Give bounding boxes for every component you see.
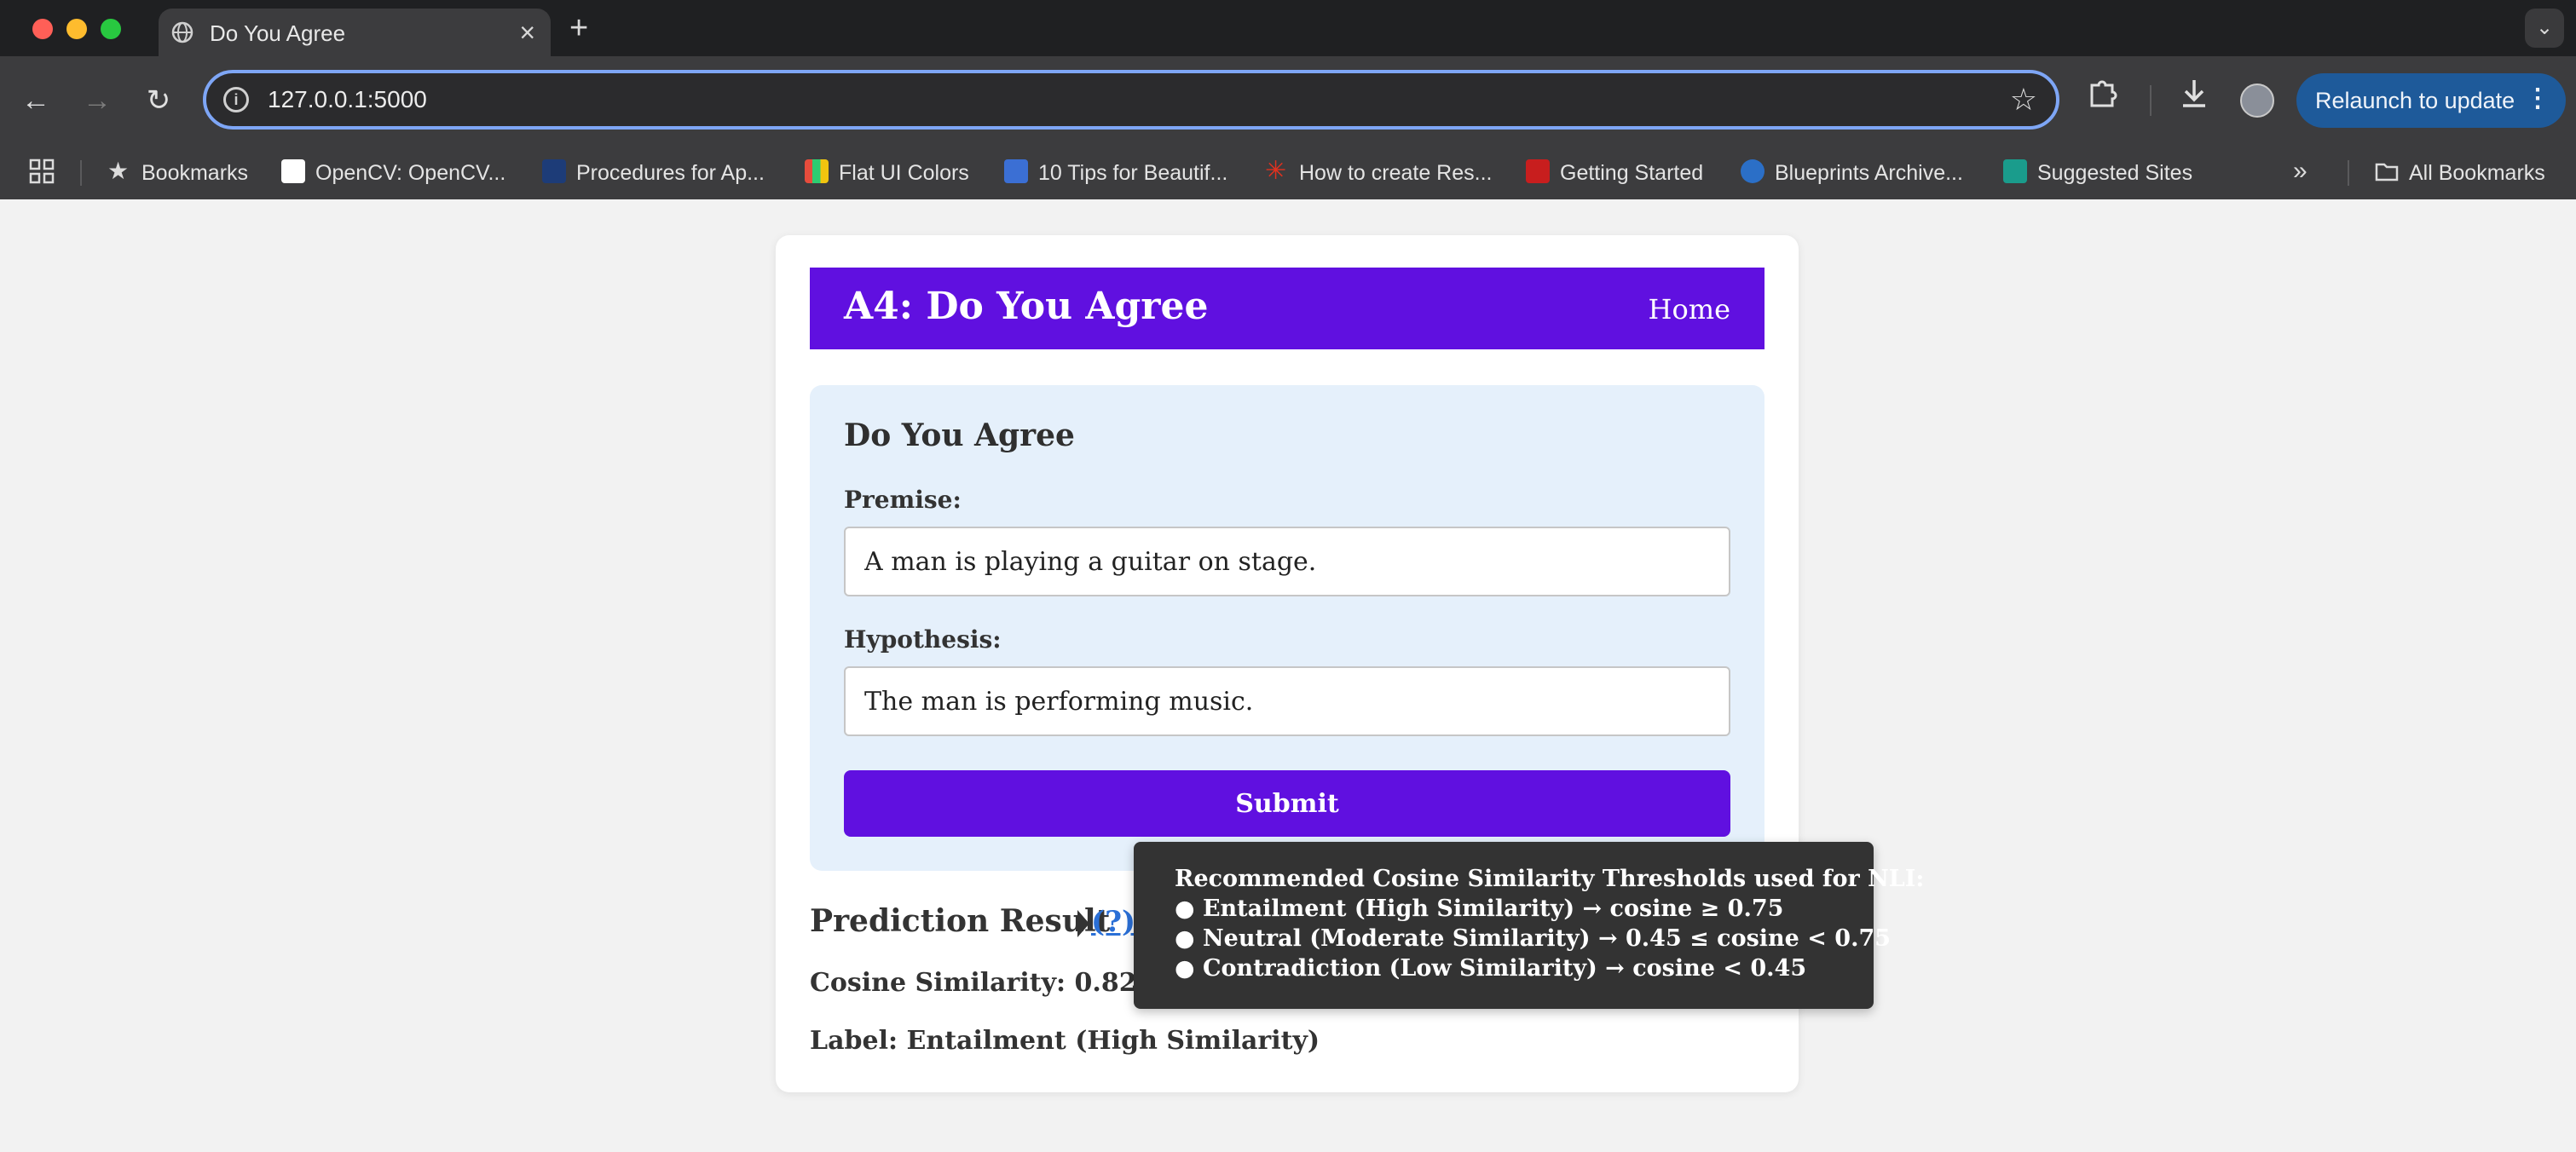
getting-started-icon bbox=[1526, 159, 1550, 183]
tab-do-you-agree[interactable]: Do You Agree × bbox=[159, 9, 551, 56]
bookmarks-bar: ★ Bookmarks OpenCV: OpenCV... Procedures… bbox=[0, 145, 2576, 199]
relaunch-label: Relaunch to update bbox=[2315, 88, 2515, 113]
tooltip-line-contradiction: ● Contradiction (Low Similarity) → cosin… bbox=[1175, 955, 1807, 982]
form-heading: Do You Agree bbox=[844, 418, 1075, 453]
app-title: A4: Do You Agree bbox=[844, 285, 1209, 328]
bookmarks-divider bbox=[80, 160, 82, 186]
bing-icon bbox=[2003, 159, 2027, 183]
premise-input[interactable] bbox=[844, 527, 1730, 596]
back-button[interactable]: ← bbox=[15, 80, 56, 121]
app-header: A4: Do You Agree Home bbox=[810, 268, 1765, 349]
opencv-icon bbox=[281, 159, 305, 183]
browser-toolbar: ← → ↻ i 127.0.0.1:5000 ☆ Relaunch to upd… bbox=[0, 56, 2576, 145]
tooltip-line-neutral: ● Neutral (Moderate Similarity) → 0.45 ≤… bbox=[1175, 925, 1892, 952]
nli-form: Do You Agree Premise: Hypothesis: Submit bbox=[810, 385, 1765, 871]
close-tab-icon[interactable]: × bbox=[519, 17, 535, 49]
adb-icon bbox=[542, 159, 566, 183]
hypothesis-label: Hypothesis: bbox=[844, 625, 1002, 654]
profile-avatar[interactable] bbox=[2240, 84, 2274, 118]
asterisk-icon: ✳ bbox=[1265, 157, 1287, 185]
tips-icon bbox=[1004, 159, 1028, 183]
blueprints-icon bbox=[1741, 159, 1765, 183]
threshold-tooltip: Recommended Cosine Similarity Thresholds… bbox=[1134, 842, 1925, 1009]
flat-ui-icon bbox=[805, 159, 829, 183]
hypothesis-input[interactable] bbox=[844, 666, 1730, 736]
forward-button[interactable]: → bbox=[77, 80, 118, 121]
tooltip-title: Recommended Cosine Similarity Thresholds… bbox=[1175, 866, 1925, 892]
submit-button[interactable]: Submit bbox=[844, 770, 1730, 837]
bookmark-star-icon[interactable]: ☆ bbox=[2010, 82, 2037, 118]
download-icon[interactable] bbox=[2179, 77, 2209, 111]
url-text[interactable]: 127.0.0.1:5000 bbox=[268, 86, 427, 113]
kebab-menu-icon[interactable]: ⋮ bbox=[2525, 84, 2550, 113]
help-link[interactable]: (?) bbox=[1091, 905, 1135, 939]
bookmarks-divider-2 bbox=[2348, 160, 2349, 186]
premise-label: Premise: bbox=[844, 486, 962, 514]
tab-title: Do You Agree bbox=[210, 20, 346, 46]
new-tab-button[interactable]: + bbox=[569, 10, 588, 47]
maximize-window-button[interactable] bbox=[101, 19, 121, 39]
extensions-icon[interactable] bbox=[2087, 77, 2117, 111]
relaunch-button[interactable]: Relaunch to update ⋮ bbox=[2296, 73, 2566, 128]
tooltip-line-entailment: ● Entailment (High Similarity) → cosine … bbox=[1175, 896, 1784, 922]
prediction-result-heading: Prediction Result bbox=[810, 903, 1111, 939]
apps-grid-icon[interactable] bbox=[29, 158, 55, 184]
more-bookmarks-icon[interactable]: » bbox=[2293, 157, 2307, 186]
caret-right-icon bbox=[1077, 910, 1089, 937]
globe-icon bbox=[171, 21, 193, 43]
reload-button[interactable]: ↻ bbox=[138, 80, 179, 121]
cosine-similarity-value: Cosine Similarity: 0.8229 bbox=[810, 968, 1173, 998]
star-icon: ★ bbox=[107, 158, 130, 184]
home-link[interactable]: Home bbox=[1649, 293, 1730, 325]
prediction-label: Label: Entailment (High Similarity) bbox=[810, 1026, 1320, 1056]
address-bar[interactable]: i 127.0.0.1:5000 ☆ bbox=[203, 70, 2059, 130]
site-info-icon[interactable]: i bbox=[223, 87, 249, 112]
folder-icon bbox=[2375, 163, 2399, 181]
close-window-button[interactable] bbox=[32, 19, 53, 39]
tab-search-button[interactable]: ⌄ bbox=[2525, 9, 2564, 48]
minimize-window-button[interactable] bbox=[66, 19, 87, 39]
toolbar-divider bbox=[2150, 85, 2151, 116]
tab-strip: Do You Agree × + ⌄ bbox=[0, 0, 2576, 56]
